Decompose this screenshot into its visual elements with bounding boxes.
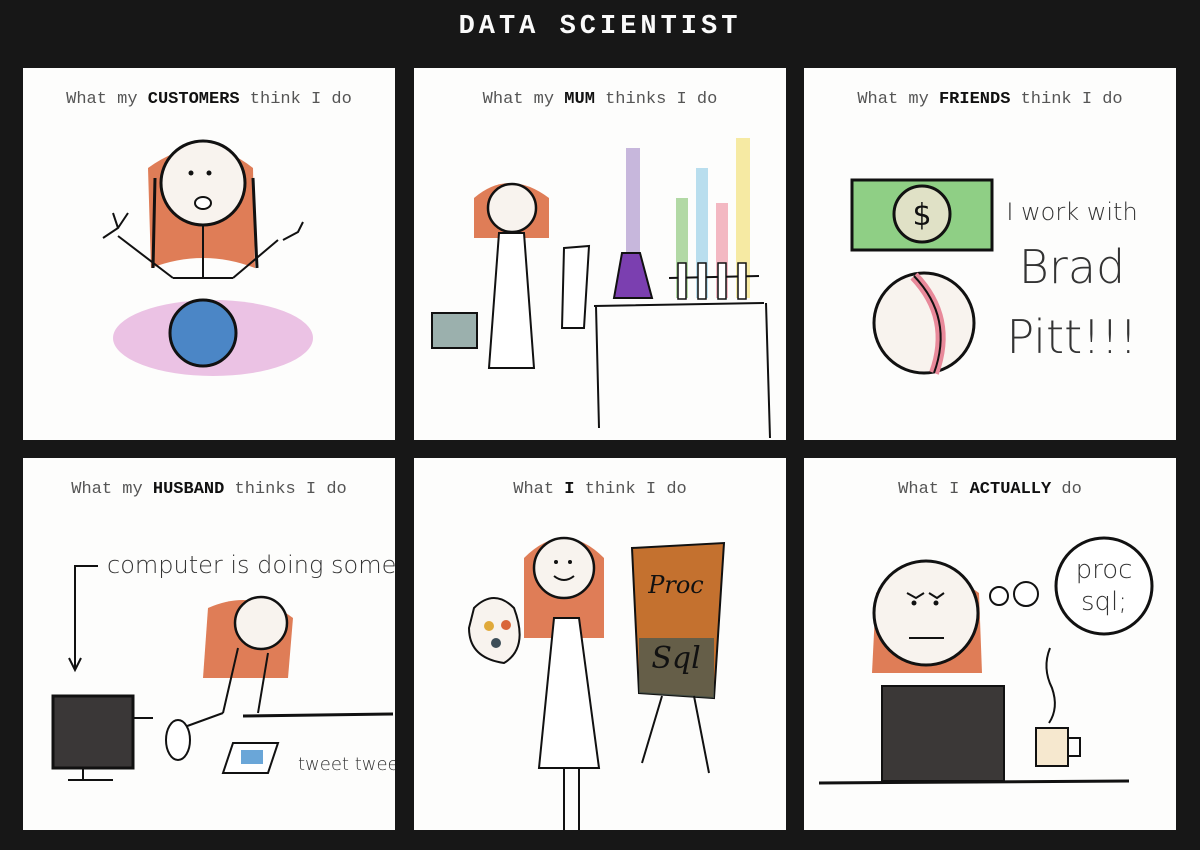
painter-illustration: Proc Sql — [467, 536, 726, 830]
monitor-icon — [51, 694, 135, 770]
thought-text-line1: proc — [1076, 555, 1133, 585]
panel-caption: What my MUM thinks I do — [482, 90, 718, 109]
panel-caption: What I ACTUALLY do — [898, 480, 1082, 499]
palette-icon — [467, 597, 521, 665]
panel-customers: What my CUSTOMERS think I do — [23, 68, 395, 440]
canvas-text-proc: Proc — [647, 571, 704, 599]
panel-caption: What my CUSTOMERS think I do — [66, 90, 352, 109]
friends-text-line3: Pitt!!! — [1007, 310, 1138, 364]
coffee-mug-icon — [1035, 727, 1069, 767]
dollar-icon: $ — [912, 198, 931, 233]
money-baseball-illustration: $ I work with Brad Pitt!!! — [850, 178, 1138, 375]
annotation-text: computer is doing something — [107, 551, 395, 579]
panel-friends: What my FRIENDS think I do $ I work with… — [804, 68, 1176, 440]
laptop-icon — [881, 685, 1005, 782]
friends-text-line1: I work with — [1006, 198, 1137, 226]
panel-caption: What my FRIENDS think I do — [857, 90, 1123, 109]
fortune-teller-illustration — [102, 139, 313, 376]
lab-scientist-illustration — [431, 138, 771, 439]
tweet-text: tweet tweet — [298, 754, 395, 775]
panel-mum: What my MUM thinks I do — [414, 68, 786, 440]
comic-title: DATA SCIENTIST — [458, 12, 742, 42]
canvas-text-sql: Sql — [651, 641, 700, 676]
panel-i-think: What I think I do Proc Sql — [414, 458, 786, 830]
panel-caption: What my HUSBAND thinks I do — [71, 480, 347, 499]
steam-icon — [1045, 647, 1056, 724]
panel-actually: What I ACTUALLY do proc sql; — [804, 458, 1176, 830]
friends-text-line2: Brad — [1019, 240, 1125, 294]
panel-husband: What my HUSBAND thinks I do computer is … — [23, 458, 395, 830]
thought-text-line2: sql; — [1081, 587, 1127, 617]
thought-bubble — [1054, 536, 1154, 636]
panel-caption: What I think I do — [513, 480, 687, 499]
relaxing-illustration: computer is doing something tweet tweet — [51, 551, 395, 781]
computer-work-illustration: proc sql; — [818, 536, 1154, 785]
